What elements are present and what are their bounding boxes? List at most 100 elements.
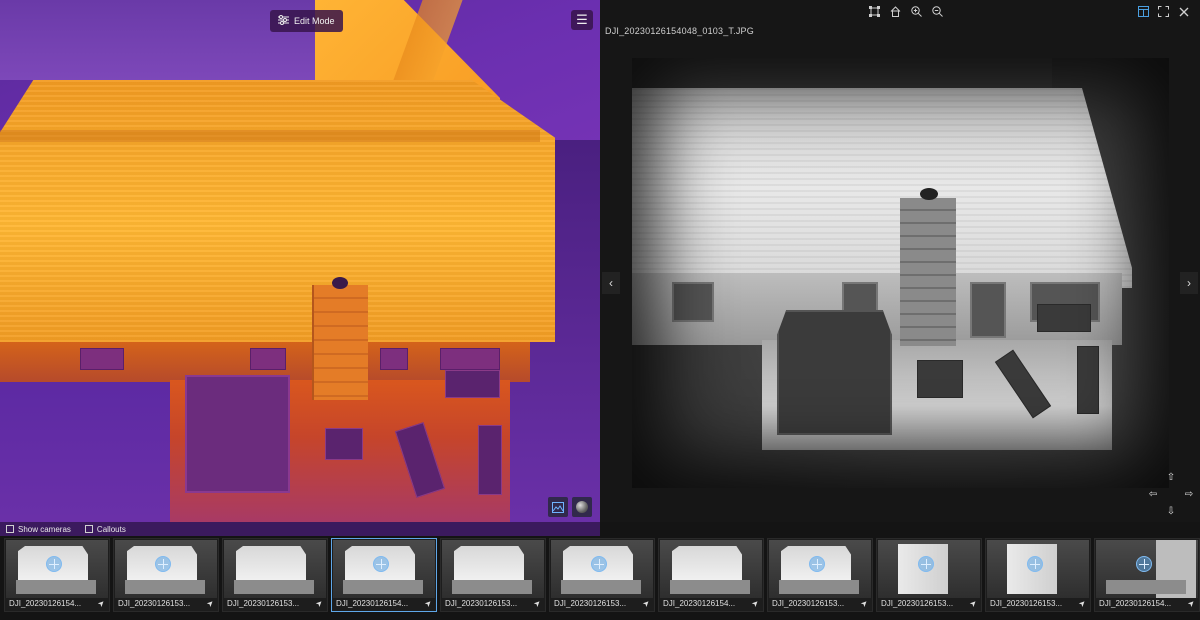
pan-left-icon[interactable]: ⇦ — [1146, 487, 1160, 501]
filmstrip-thumbnail[interactable]: DJI_20230126154... ➤ — [4, 538, 110, 612]
thumbnail-image — [551, 540, 653, 598]
pan-controls: ⇧ ⇦ ⇨ ⇩ — [1146, 470, 1196, 520]
options-bar-spacer — [600, 522, 1200, 536]
thumbnail-label: DJI_20230126153... — [554, 599, 627, 608]
home-icon[interactable] — [889, 5, 902, 18]
crosshair-target-icon — [1027, 556, 1043, 572]
thumbnail-image — [660, 540, 762, 598]
edit-mode-label: Edit Mode — [294, 16, 335, 26]
filmstrip-thumbnail[interactable]: DJI_20230126153... ➤ — [876, 538, 982, 612]
thumbnail-image — [333, 540, 435, 598]
app-root: Edit Mode ☰ DJI_20230126154048_0103_T.JP… — [0, 0, 1200, 620]
filmstrip-thumbnail[interactable]: DJI_20230126153... ➤ — [767, 538, 873, 612]
locate-arrow-icon[interactable]: ➤ — [1186, 598, 1197, 609]
split-view-icon[interactable] — [1137, 5, 1150, 18]
select-frame-icon[interactable] — [868, 5, 881, 18]
thumbnail-image — [115, 540, 217, 598]
viewer-toolbar — [600, 0, 1200, 24]
thumbnail-wall — [16, 580, 96, 594]
viewer-right-tools — [1137, 5, 1190, 18]
filmstrip-thumbnail[interactable]: DJI_20230126153... ➤ — [440, 538, 546, 612]
thumbnail-house — [454, 546, 524, 580]
viewer-center-tools — [868, 5, 944, 18]
locate-arrow-icon[interactable]: ➤ — [859, 598, 870, 609]
locate-arrow-icon[interactable]: ➤ — [750, 598, 761, 609]
thumbnail-wall — [779, 580, 859, 594]
edit-mode-button[interactable]: Edit Mode — [270, 10, 343, 32]
thumbnail-label: DJI_20230126153... — [990, 599, 1063, 608]
thermal-chimney-cap — [332, 277, 348, 289]
hamburger-menu-icon[interactable]: ☰ — [571, 10, 593, 30]
crosshair-target-icon — [591, 556, 607, 572]
locate-arrow-icon[interactable]: ➤ — [205, 598, 216, 609]
thermal-3d-viewport[interactable]: Edit Mode ☰ — [0, 0, 600, 522]
filmstrip-thumbnail[interactable]: DJI_20230126153... ➤ — [985, 538, 1091, 612]
callouts-label: Callouts — [96, 524, 126, 534]
crosshair-target-icon — [809, 556, 825, 572]
thumbnail-image — [442, 540, 544, 598]
callouts-toggle[interactable]: Callouts — [84, 524, 126, 534]
thumbnail-image — [6, 540, 108, 598]
filmstrip-thumbnail[interactable]: DJI_20230126153... ➤ — [222, 538, 328, 612]
sphere-icon[interactable] — [572, 497, 592, 517]
thumbnail-label: DJI_20230126153... — [445, 599, 518, 608]
show-cameras-toggle[interactable]: Show cameras — [6, 525, 71, 534]
previous-image-button[interactable]: ‹ — [602, 272, 620, 294]
filmstrip-thumbnail[interactable]: DJI_20230126154... ➤ — [658, 538, 764, 612]
image-viewer-panel: DJI_20230126154048_0103_T.JPG ‹ › ⇧ ⇦ ⇨ … — [600, 0, 1200, 522]
sliders-icon — [278, 15, 289, 27]
thumbnail-wall — [452, 580, 532, 594]
thermal-window — [80, 348, 124, 370]
viewer-overlay-buttons — [548, 497, 592, 517]
thumbnail-label: DJI_20230126154... — [663, 599, 736, 608]
callouts-checkbox[interactable] — [84, 525, 93, 533]
close-icon[interactable] — [1177, 5, 1190, 18]
thermal-yard — [0, 382, 170, 522]
locate-arrow-icon[interactable]: ➤ — [96, 598, 107, 609]
pan-down-icon[interactable]: ⇩ — [1164, 504, 1178, 518]
filmstrip-thumbnail[interactable]: DJI_20230126153... ➤ — [549, 538, 655, 612]
locate-arrow-icon[interactable]: ➤ — [968, 598, 979, 609]
locate-arrow-icon[interactable]: ➤ — [314, 598, 325, 609]
locate-arrow-icon[interactable]: ➤ — [1077, 598, 1088, 609]
thumbnail-wall — [670, 580, 750, 594]
thermal-window — [380, 348, 408, 370]
thermal-window — [250, 348, 286, 370]
thumbnail-label: DJI_20230126154... — [9, 599, 82, 608]
show-cameras-checkbox[interactable] — [6, 525, 14, 533]
next-image-button[interactable]: › — [1180, 272, 1198, 294]
viewer-options-bar: Show cameras Callouts — [0, 522, 600, 536]
fullscreen-icon[interactable] — [1157, 5, 1170, 18]
filmstrip-thumbnail[interactable]: DJI_20230126153... ➤ — [113, 538, 219, 612]
thermal-roof-ridge — [0, 130, 540, 142]
thumbnail-image — [878, 540, 980, 598]
thumbnail-wall — [1106, 580, 1186, 594]
photo-vignette — [632, 58, 1169, 488]
locate-arrow-icon[interactable]: ➤ — [423, 598, 434, 609]
image-layer-icon[interactable] — [548, 497, 568, 517]
thumbnail-image — [987, 540, 1089, 598]
thumbnail-image — [769, 540, 871, 598]
show-cameras-label: Show cameras — [18, 524, 71, 534]
locate-arrow-icon[interactable]: ➤ — [641, 598, 652, 609]
thumbnail-label: DJI_20230126154... — [336, 599, 409, 608]
thumbnail-wall — [343, 580, 423, 594]
thermal-photo[interactable] — [632, 58, 1169, 488]
zoom-in-icon[interactable] — [910, 5, 923, 18]
locate-arrow-icon[interactable]: ➤ — [532, 598, 543, 609]
thermal-roof-main — [0, 80, 555, 342]
thumbnail-label: DJI_20230126153... — [881, 599, 954, 608]
thumbnail-wall — [561, 580, 641, 594]
filmstrip-thumbnail[interactable]: DJI_20230126154... ➤ — [331, 538, 437, 612]
crosshair-target-icon — [1136, 556, 1152, 572]
thermal-lounge-chair — [478, 425, 502, 495]
image-filmstrip: DJI_20230126154... ➤ DJI_20230126153... ➤ DJ… — [0, 536, 1200, 620]
thumbnail-wall — [234, 580, 314, 594]
pan-up-icon[interactable]: ⇧ — [1164, 470, 1178, 484]
filmstrip-thumbnail[interactable]: DJI_20230126154... ➤ — [1094, 538, 1200, 612]
thermal-window — [440, 348, 500, 370]
thumbnail-house — [236, 546, 306, 580]
pan-right-icon[interactable]: ⇨ — [1182, 487, 1196, 501]
zoom-out-icon[interactable] — [931, 5, 944, 18]
thumbnail-label: DJI_20230126154... — [1099, 599, 1172, 608]
